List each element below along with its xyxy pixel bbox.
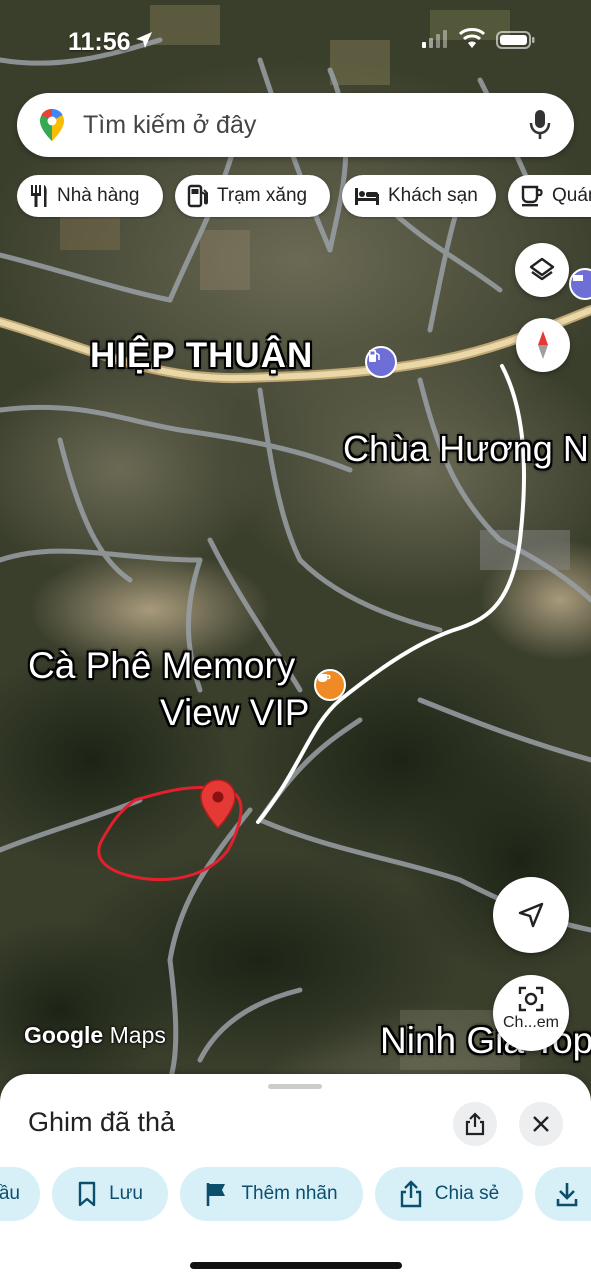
map-label-chua-huong: Chùa Hương N xyxy=(343,428,589,469)
map-label-cafe-line2: View VIP xyxy=(160,692,310,733)
action-download[interactable] xyxy=(535,1167,591,1221)
home-indicator[interactable] xyxy=(190,1262,402,1269)
google-maps-logo-icon xyxy=(40,109,64,141)
bottom-sheet[interactable]: Ghim đã thả ầu Lưu Thêm nhãn Chia sẻ xyxy=(0,1074,591,1280)
share-icon xyxy=(465,1112,485,1136)
cellular-signal-icon xyxy=(422,30,447,48)
chip-hotel[interactable]: Khách sạn xyxy=(342,175,496,217)
location-arrow-icon xyxy=(136,32,152,48)
layers-button[interactable] xyxy=(515,243,569,297)
hotel-icon xyxy=(355,188,379,205)
chip-cafe-label: Quán xyxy=(552,185,591,206)
action-add-label-label: Thêm nhãn xyxy=(241,1183,338,1204)
chip-gas-station-label: Trạm xăng xyxy=(217,185,308,206)
street-view-label: Ch...em xyxy=(502,1014,559,1031)
close-icon xyxy=(533,1116,549,1132)
bookmark-icon xyxy=(78,1181,96,1207)
battery-icon xyxy=(496,31,535,49)
microphone-icon[interactable] xyxy=(529,109,551,141)
navigation-arrow-icon xyxy=(518,902,544,928)
action-share-label: Chia sẻ xyxy=(434,1183,500,1204)
action-directions[interactable]: ầu xyxy=(0,1167,40,1221)
action-directions-label: ầu xyxy=(0,1183,20,1204)
chip-restaurant[interactable]: Nhà hàng xyxy=(17,175,163,217)
close-button[interactable] xyxy=(519,1102,563,1146)
my-location-button[interactable] xyxy=(493,877,569,953)
compass-button[interactable] xyxy=(516,318,570,372)
action-chips: ầu Lưu Thêm nhãn Chia sẻ xyxy=(0,1167,591,1223)
chip-restaurant-label: Nhà hàng xyxy=(57,185,140,206)
download-icon xyxy=(556,1183,578,1207)
chip-hotel-label: Khách sạn xyxy=(388,185,478,206)
category-chips: Nhà hàng Trạm xăng Khách sạn Quán xyxy=(17,175,591,219)
action-save-label: Lưu xyxy=(109,1183,143,1204)
chip-cafe[interactable]: Quán xyxy=(508,175,591,217)
share-icon xyxy=(400,1180,421,1208)
cafe-icon xyxy=(521,185,543,207)
sheet-title: Ghim đã thả xyxy=(28,1107,176,1137)
compass-icon xyxy=(538,331,548,359)
gas-station-poi-icon[interactable] xyxy=(365,346,397,378)
search-placeholder[interactable]: Tìm kiếm ở đây xyxy=(83,111,256,140)
search-bar[interactable]: Tìm kiếm ở đây xyxy=(17,93,574,157)
restaurant-icon xyxy=(31,185,47,207)
street-view-button[interactable]: Ch...em xyxy=(493,975,569,1051)
cafe-poi-icon[interactable] xyxy=(314,669,346,701)
flag-icon xyxy=(207,1183,226,1206)
camera-scan-icon xyxy=(518,986,544,1012)
wifi-icon xyxy=(458,28,486,48)
status-time: 11:56 xyxy=(68,28,131,56)
sheet-drag-handle[interactable] xyxy=(268,1084,322,1089)
layers-icon xyxy=(529,257,555,281)
chip-gas-station[interactable]: Trạm xăng xyxy=(175,175,330,217)
action-add-label[interactable]: Thêm nhãn xyxy=(180,1167,363,1221)
action-share[interactable]: Chia sẻ xyxy=(375,1167,523,1221)
gas-station-icon xyxy=(187,184,208,208)
action-save[interactable]: Lưu xyxy=(52,1167,168,1221)
dropped-pin-icon[interactable] xyxy=(198,778,238,830)
status-bar: 11:56 xyxy=(0,0,591,80)
share-button[interactable] xyxy=(453,1102,497,1146)
map-label-cafe-line1: Cà Phê Memory xyxy=(28,645,296,686)
google-maps-watermark: Google Maps xyxy=(24,1022,166,1048)
map-label-hiep-thuan: HIỆP THUẬN xyxy=(90,336,314,375)
